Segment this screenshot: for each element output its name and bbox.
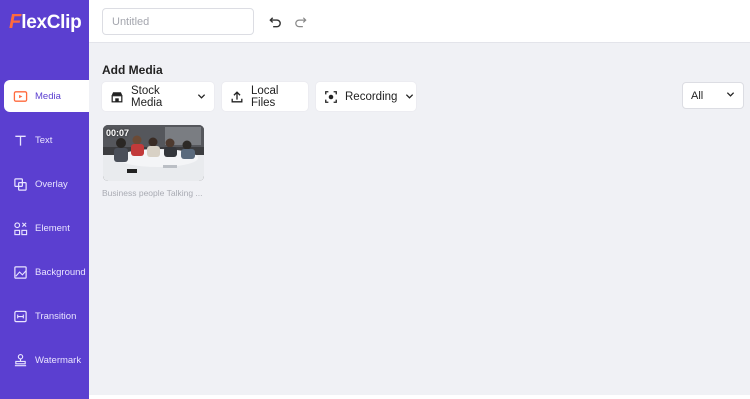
bottom-divider <box>89 395 750 399</box>
media-filter-select[interactable]: All <box>682 82 744 109</box>
project-title-input[interactable] <box>102 8 254 35</box>
undo-icon[interactable] <box>267 13 283 29</box>
media-panel: Add Media Stock Media Local Files Record… <box>89 43 750 395</box>
recording-label: Recording <box>345 90 398 103</box>
sidebar-item-transition[interactable]: Transition <box>0 300 89 332</box>
upload-icon <box>230 89 244 104</box>
logo-text: lexClip <box>21 11 82 33</box>
media-caption: Business people Talking ... <box>102 188 203 198</box>
sidebar-item-label: Media <box>35 90 61 102</box>
sidebar-item-overlay[interactable]: Overlay <box>0 168 89 200</box>
text-icon <box>12 132 28 148</box>
local-files-button[interactable]: Local Files <box>222 82 308 111</box>
stock-media-label: Stock Media <box>131 84 163 109</box>
sidebar-item-element[interactable]: Element <box>0 212 89 244</box>
stock-media-button[interactable]: Stock Media <box>102 82 214 111</box>
media-thumbnail[interactable]: 00:07 <box>103 125 204 181</box>
background-icon <box>12 264 28 280</box>
top-bar <box>89 0 750 43</box>
store-icon <box>110 89 124 104</box>
sidebar-item-text[interactable]: Text <box>0 124 89 156</box>
watermark-icon <box>12 352 28 368</box>
sidebar-item-label: Text <box>35 134 53 146</box>
sidebar-item-label: Watermark <box>35 354 82 366</box>
local-files-label: Local Files <box>251 84 279 109</box>
element-icon <box>12 220 28 236</box>
redo-icon[interactable] <box>292 13 308 29</box>
logo-mark: F <box>9 11 22 33</box>
filter-value: All <box>691 89 704 102</box>
sidebar-item-label: Overlay <box>35 178 68 190</box>
section-title: Add Media <box>102 63 163 77</box>
transition-icon <box>12 308 28 324</box>
overlay-icon <box>12 176 28 192</box>
sidebar-item-label: Element <box>35 222 70 234</box>
media-folder-icon <box>12 88 28 104</box>
video-duration: 00:07 <box>106 128 130 138</box>
chevron-down-icon <box>197 92 206 101</box>
sidebar-item-watermark[interactable]: Watermark <box>0 344 89 376</box>
sidebar-item-label: Background <box>35 266 86 278</box>
chevron-down-icon <box>405 92 414 101</box>
recording-button[interactable]: Recording <box>316 82 416 111</box>
sidebar-item-background[interactable]: Background <box>0 256 89 288</box>
sidebar-item-media[interactable]: Media <box>4 80 89 112</box>
flexclip-logo[interactable]: FlexClip <box>9 10 82 34</box>
sidebar-nav: Media Text Overlay Element Background Tr… <box>0 80 89 388</box>
record-icon <box>324 89 338 104</box>
sidebar: FlexClip Media Text Overlay Element Back… <box>0 0 89 399</box>
sidebar-item-label: Transition <box>35 310 77 322</box>
chevron-down-icon <box>726 90 735 102</box>
